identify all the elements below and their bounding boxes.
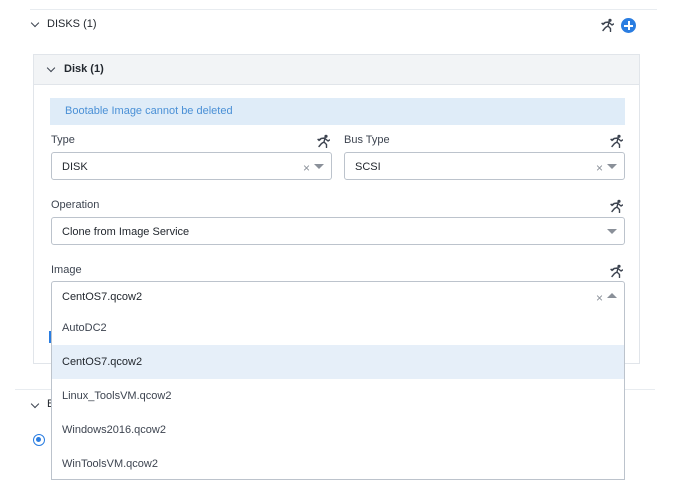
dropdown-option-label: CentOS7.qcow2: [62, 356, 143, 368]
dropdown-option-label: Linux_ToolsVM.qcow2: [62, 390, 172, 402]
image-select[interactable]: CentOS7.qcow2 ×: [51, 281, 625, 311]
chevron-down-icon: [30, 18, 40, 28]
dropdown-option[interactable]: Windows2016.qcow2: [52, 413, 624, 447]
clear-icon[interactable]: ×: [596, 162, 603, 174]
runner-icon[interactable]: [600, 18, 614, 32]
type-label: Type: [51, 134, 75, 146]
disks-section-title: DISKS (1): [47, 18, 97, 30]
clear-icon[interactable]: ×: [303, 162, 310, 174]
dropdown-option-label: Windows2016.qcow2: [62, 424, 166, 436]
type-select[interactable]: DISK ×: [51, 152, 332, 180]
image-dropdown-list: AutoDC2 CentOS7.qcow2 Linux_ToolsVM.qcow…: [51, 310, 625, 480]
dropdown-option-label: AutoDC2: [62, 322, 107, 334]
runner-icon[interactable]: [609, 199, 623, 213]
runner-icon[interactable]: [316, 134, 330, 148]
bus-type-select[interactable]: SCSI ×: [344, 152, 625, 180]
bootable-notice-text: Bootable Image cannot be deleted: [65, 105, 233, 117]
caret-down-icon: [607, 229, 617, 234]
image-select-value: CentOS7.qcow2: [62, 291, 143, 303]
caret-down-icon: [607, 164, 617, 169]
operation-label: Operation: [51, 199, 100, 211]
disk-panel-header[interactable]: Disk (1): [34, 55, 639, 85]
runner-icon[interactable]: [609, 134, 623, 148]
operation-select-value: Clone from Image Service: [62, 226, 190, 238]
dropdown-option-highlighted[interactable]: CentOS7.qcow2: [52, 345, 624, 379]
caret-down-icon: [314, 164, 324, 169]
bus-type-label: Bus Type: [344, 134, 390, 146]
dropdown-option-label: WinToolsVM.qcow2: [62, 458, 158, 470]
dropdown-option[interactable]: WinToolsVM.qcow2: [52, 447, 624, 479]
operation-select[interactable]: Clone from Image Service: [51, 217, 625, 245]
clear-icon[interactable]: ×: [596, 292, 603, 304]
disks-section-header[interactable]: DISKS (1): [30, 16, 650, 36]
radio-button[interactable]: [33, 434, 45, 446]
dropdown-option[interactable]: Linux_ToolsVM.qcow2: [52, 379, 624, 413]
chevron-down-icon: [46, 63, 56, 73]
add-circle-icon[interactable]: [621, 18, 636, 33]
chevron-down-icon[interactable]: [30, 399, 40, 409]
disk-panel-title: Disk (1): [64, 63, 104, 75]
caret-up-icon: [607, 293, 617, 298]
bootable-notice: Bootable Image cannot be deleted: [50, 98, 625, 125]
runner-icon[interactable]: [609, 264, 623, 278]
image-label: Image: [51, 264, 82, 276]
type-select-value: DISK: [62, 161, 88, 173]
dropdown-option[interactable]: AutoDC2: [52, 311, 624, 345]
bus-type-select-value: SCSI: [355, 161, 381, 173]
top-divider: [30, 9, 657, 10]
